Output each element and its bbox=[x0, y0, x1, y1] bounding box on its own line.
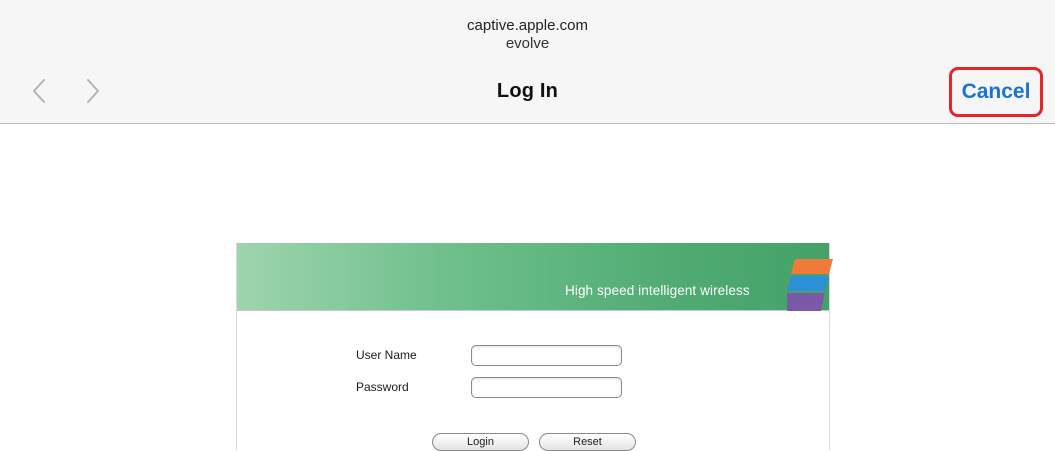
username-label: User Name bbox=[356, 348, 417, 362]
banner-tagline: High speed intelligent wireless bbox=[565, 283, 750, 298]
cancel-button[interactable]: Cancel bbox=[949, 67, 1043, 117]
username-input[interactable] bbox=[471, 345, 622, 366]
browser-navigation-bar: captive.apple.com evolve Log In Cancel bbox=[0, 0, 1055, 124]
host-address: captive.apple.com bbox=[467, 17, 588, 34]
portal-banner: High speed intelligent wireless bbox=[237, 243, 833, 311]
login-button[interactable]: Login bbox=[432, 433, 529, 451]
page-title: Log In bbox=[496, 80, 559, 102]
reset-button[interactable]: Reset bbox=[539, 433, 636, 451]
logo-stripes-icon bbox=[787, 259, 833, 311]
network-name: evolve bbox=[505, 35, 550, 52]
captive-portal-page: High speed intelligent wireless User Nam… bbox=[236, 243, 833, 451]
password-input[interactable] bbox=[471, 377, 622, 398]
password-label: Password bbox=[356, 380, 409, 394]
